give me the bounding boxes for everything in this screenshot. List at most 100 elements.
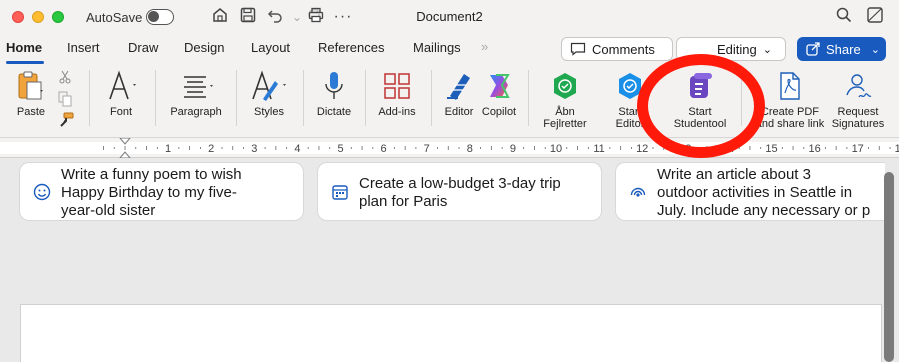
close-window-button[interactable] (12, 11, 24, 23)
ruler-number: 5 (337, 143, 343, 155)
suggestion-card-3[interactable]: Write an article about 3 outdoor activit… (615, 162, 885, 221)
more-options-icon[interactable]: ··· (332, 6, 354, 28)
font-icon (104, 68, 138, 104)
styles-button[interactable]: Styles (246, 68, 292, 118)
font-label: Font (109, 106, 132, 118)
ribbon-separator (303, 70, 304, 126)
home-icon[interactable] (209, 6, 231, 28)
comment-icon (570, 42, 586, 56)
chevron-down-icon: ⌄ (762, 43, 772, 56)
suggestion-line: outdoor activities in Seattle in (657, 184, 853, 201)
ribbon: Paste Font Paragraph Styles Dictate Add-… (0, 64, 899, 138)
ribbon-separator (236, 70, 237, 126)
styles-icon (249, 68, 289, 104)
title-bar: AutoSave ⌄ ··· Document2 (0, 0, 899, 34)
ruler-number: 9 (510, 143, 516, 155)
paste-icon (16, 68, 46, 104)
document-page[interactable] (20, 304, 882, 362)
undo-icon[interactable] (264, 6, 286, 28)
broadcast-icon (629, 183, 647, 201)
tab-mailings[interactable]: Mailings (413, 40, 461, 55)
minimize-window-button[interactable] (32, 11, 44, 23)
create-pdf-label: Create PDF and share link (755, 106, 825, 130)
styles-label: Styles (254, 106, 284, 118)
paragraph-icon (176, 68, 216, 104)
tab-insert[interactable]: Insert (67, 40, 100, 55)
paste-button[interactable]: Paste (11, 68, 51, 118)
tab-layout[interactable]: Layout (251, 40, 290, 55)
ruler-number: 18 (895, 143, 899, 155)
suggestion-line: Create a low-budget 3-day trip (359, 175, 561, 192)
dictate-button[interactable]: Dictate (312, 68, 356, 118)
suggestion-card-1[interactable]: Write a funny poem to wish Happy Birthda… (19, 162, 304, 221)
font-button[interactable]: Font (101, 68, 141, 118)
vertical-scrollbar[interactable] (884, 172, 894, 362)
ruler-number: 12 (636, 143, 648, 155)
suggestion-text: Write a funny poem to wish Happy Birthda… (61, 166, 242, 220)
abn-fejlretter-button[interactable]: Åbn Fejlretter (540, 68, 590, 130)
paste-label: Paste (16, 106, 46, 118)
comments-button[interactable]: Comments (561, 37, 673, 61)
start-editor-label: Start Editor (615, 106, 645, 130)
add-ins-label: Add-ins (378, 106, 416, 118)
copy-icon[interactable] (58, 91, 72, 112)
add-ins-button[interactable]: Add-ins (373, 68, 421, 118)
suggestion-card-2[interactable]: Create a low-budget 3-day trip plan for … (317, 162, 602, 221)
dictate-label: Dictate (316, 106, 352, 118)
save-icon[interactable] (237, 6, 259, 28)
comments-label: Comments (592, 41, 655, 57)
more-tabs-icon[interactable]: » (481, 39, 488, 54)
ruler-number: 13 (679, 143, 691, 155)
document-canvas: Write a funny poem to wish Happy Birthda… (0, 158, 899, 362)
format-painter-icon[interactable] (58, 112, 74, 133)
start-studentool-button[interactable]: Start Studentool (667, 68, 733, 130)
ruler: 123456789101112131415161718 (0, 137, 899, 159)
create-pdf-button[interactable]: Create PDF and share link (752, 68, 828, 130)
ruler-number: 4 (294, 143, 300, 155)
ruler-number: 14 (722, 143, 734, 155)
ribbon-separator (528, 70, 529, 126)
ruler-number: 10 (550, 143, 562, 155)
suggestion-line: Write a funny poem to wish (61, 166, 242, 183)
autosave-toggle[interactable] (146, 9, 174, 25)
cut-icon[interactable] (58, 70, 72, 89)
share-button[interactable]: Share ⌄ (797, 37, 886, 61)
editor-button[interactable]: Editor (440, 68, 478, 118)
ruler-number: 6 (381, 143, 387, 155)
share-chevron-icon: ⌄ (870, 43, 880, 56)
start-editor-button[interactable]: Start Editor (608, 68, 652, 130)
suggestion-line: year-old sister (61, 202, 156, 219)
ruler-number: 11 (593, 143, 604, 155)
copilot-icon (484, 68, 514, 104)
start-editor-shield-icon (616, 68, 644, 104)
document-title: Document2 (416, 9, 483, 24)
suggestion-text: Write an article about 3 outdoor activit… (657, 166, 870, 220)
copilot-button[interactable]: Copilot (478, 68, 520, 118)
ribbon-separator (741, 70, 742, 126)
editor-pen-icon (444, 68, 474, 104)
paragraph-button[interactable]: Paragraph (165, 68, 227, 118)
tab-home[interactable]: Home (6, 40, 42, 55)
signature-icon (843, 68, 873, 104)
add-ins-icon (382, 68, 412, 104)
tab-draw[interactable]: Draw (128, 40, 158, 55)
tab-design[interactable]: Design (184, 40, 224, 55)
tab-references[interactable]: References (318, 40, 384, 55)
paragraph-label: Paragraph (170, 106, 222, 118)
ribbon-separator (155, 70, 156, 126)
autosave-label: AutoSave (86, 10, 143, 25)
ruler-number: 17 (852, 143, 864, 155)
suggestion-line: Happy Birthday to my five- (61, 184, 237, 201)
fullscreen-window-button[interactable] (52, 11, 64, 23)
suggestion-text: Create a low-budget 3-day trip plan for … (359, 175, 561, 211)
suggestion-line: Write an article about 3 (657, 166, 811, 183)
pdf-icon (777, 68, 803, 104)
printer-icon[interactable] (305, 6, 327, 28)
search-icon[interactable] (833, 6, 855, 28)
smiley-icon (33, 183, 51, 201)
ribbon-separator (89, 70, 90, 126)
request-signatures-button[interactable]: Request Signatures (828, 68, 888, 130)
editing-mode-button[interactable]: Editing ⌄ (676, 37, 786, 61)
account-icon[interactable] (864, 6, 886, 28)
ruler-number: 2 (208, 143, 214, 155)
